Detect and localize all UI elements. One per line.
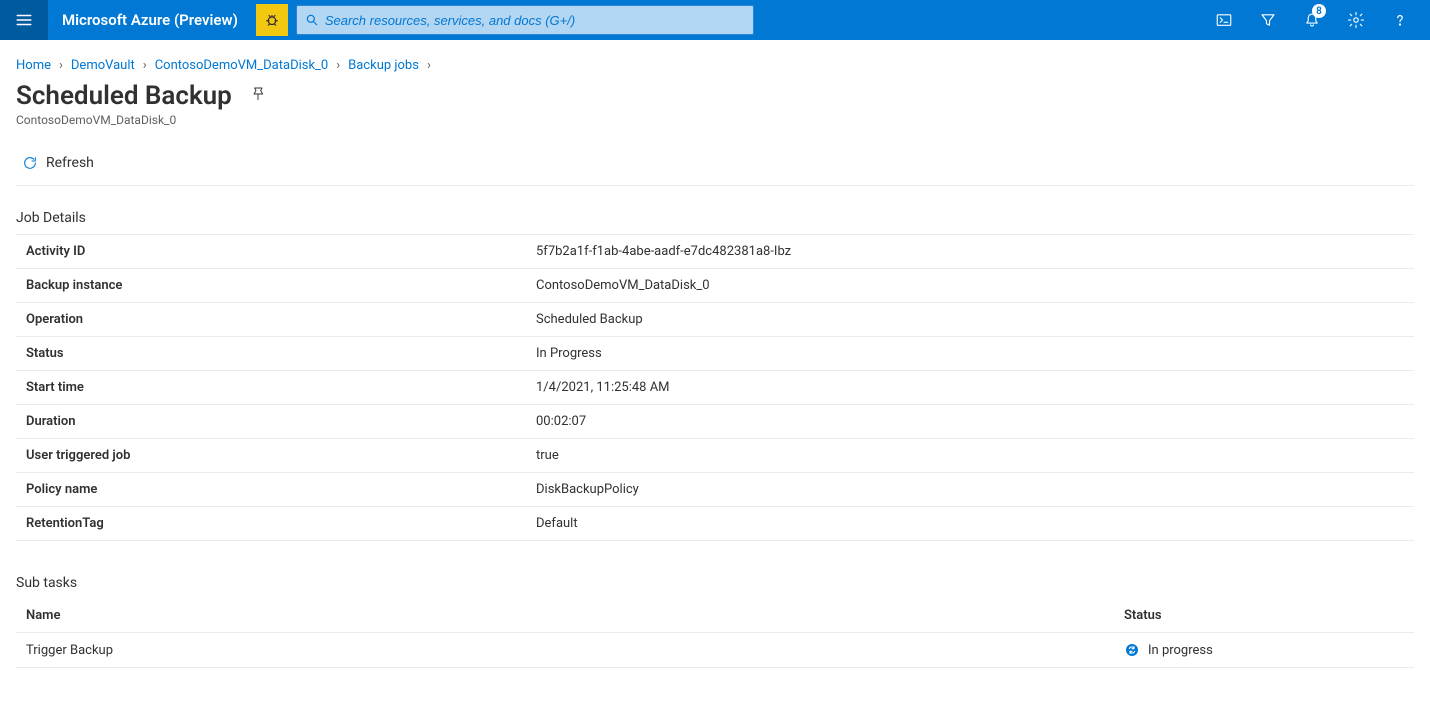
job-detail-key: Backup instance: [16, 269, 526, 303]
cloud-shell-button[interactable]: [1202, 0, 1246, 40]
job-detail-value: DiskBackupPolicy: [526, 473, 1414, 507]
sub-task-name: Trigger Backup: [16, 633, 1114, 668]
job-details-row: Backup instanceContosoDemoVM_DataDisk_0: [16, 269, 1414, 303]
job-detail-key: Duration: [16, 405, 526, 439]
job-detail-value: true: [526, 439, 1414, 473]
job-details-heading: Job Details: [16, 210, 1414, 226]
job-detail-value: ContosoDemoVM_DataDisk_0: [526, 269, 1414, 303]
job-detail-value: 5f7b2a1f-f1ab-4abe-aadf-e7dc482381a8-Ibz: [526, 235, 1414, 269]
refresh-label: Refresh: [46, 155, 94, 171]
sync-icon: [1124, 642, 1140, 658]
sub-task-status: In progress: [1148, 643, 1213, 658]
hamburger-menu-button[interactable]: [0, 0, 48, 40]
job-detail-key: Activity ID: [16, 235, 526, 269]
column-header-name[interactable]: Name: [16, 599, 1114, 633]
breadcrumb: Home › DemoVault › ContosoDemoVM_DataDis…: [16, 58, 1414, 73]
top-icons: 8: [1202, 0, 1430, 40]
toolbar-divider: [16, 185, 1414, 186]
breadcrumb-link-instance[interactable]: ContosoDemoVM_DataDisk_0: [155, 58, 329, 73]
job-detail-value: Scheduled Backup: [526, 303, 1414, 337]
notifications-button[interactable]: 8: [1290, 0, 1334, 40]
breadcrumb-link-home[interactable]: Home: [16, 58, 51, 73]
chevron-right-icon: ›: [425, 58, 433, 73]
search-box[interactable]: [296, 5, 754, 35]
toolbar: Refresh: [16, 145, 1414, 181]
job-details-table: Activity ID5f7b2a1f-f1ab-4abe-aadf-e7dc4…: [16, 234, 1414, 541]
job-detail-key: Policy name: [16, 473, 526, 507]
chevron-right-icon: ›: [334, 58, 342, 73]
search-input[interactable]: [325, 13, 745, 28]
filter-icon: [1259, 11, 1277, 29]
job-detail-key: Start time: [16, 371, 526, 405]
job-detail-key: Operation: [16, 303, 526, 337]
page-title: Scheduled Backup: [16, 81, 232, 111]
help-button[interactable]: [1378, 0, 1422, 40]
breadcrumb-link-jobs[interactable]: Backup jobs: [348, 58, 419, 73]
menu-icon: [15, 11, 33, 29]
page-subtitle: ContosoDemoVM_DataDisk_0: [16, 113, 1414, 127]
gear-icon: [1347, 11, 1365, 29]
job-details-row: User triggered jobtrue: [16, 439, 1414, 473]
help-icon: [1391, 11, 1409, 29]
job-detail-value: Default: [526, 507, 1414, 541]
sub-task-status-cell: In progress: [1114, 633, 1414, 668]
pin-icon: [250, 86, 266, 102]
directories-filter-button[interactable]: [1246, 0, 1290, 40]
job-details-row: Policy nameDiskBackupPolicy: [16, 473, 1414, 507]
sub-tasks-table: Name Status Trigger Backup In progress: [16, 599, 1414, 668]
sub-tasks-heading: Sub tasks: [16, 575, 1414, 591]
job-details-row: Start time1/4/2021, 11:25:48 AM: [16, 371, 1414, 405]
job-detail-value: In Progress: [526, 337, 1414, 371]
job-detail-key: User triggered job: [16, 439, 526, 473]
preview-bug-button[interactable]: [256, 4, 288, 36]
refresh-icon: [22, 155, 38, 171]
job-detail-value: 00:02:07: [526, 405, 1414, 439]
settings-button[interactable]: [1334, 0, 1378, 40]
chevron-right-icon: ›: [57, 58, 65, 73]
top-bar: Microsoft Azure (Preview) 8: [0, 0, 1430, 40]
pin-button[interactable]: [250, 86, 266, 106]
refresh-button[interactable]: Refresh: [16, 151, 100, 175]
chevron-right-icon: ›: [141, 58, 149, 73]
job-detail-key: Status: [16, 337, 526, 371]
job-detail-key: RetentionTag: [16, 507, 526, 541]
bug-icon: [263, 11, 281, 29]
notification-badge: 8: [1312, 4, 1326, 18]
search-icon: [305, 13, 319, 27]
job-details-row: OperationScheduled Backup: [16, 303, 1414, 337]
job-details-row: StatusIn Progress: [16, 337, 1414, 371]
sub-task-row: Trigger Backup In progress: [16, 633, 1414, 668]
job-details-row: RetentionTagDefault: [16, 507, 1414, 541]
column-header-status[interactable]: Status: [1114, 599, 1414, 633]
job-detail-value: 1/4/2021, 11:25:48 AM: [526, 371, 1414, 405]
cloud-shell-icon: [1215, 11, 1233, 29]
breadcrumb-link-vault[interactable]: DemoVault: [71, 58, 135, 73]
job-details-row: Activity ID5f7b2a1f-f1ab-4abe-aadf-e7dc4…: [16, 235, 1414, 269]
content-area: Home › DemoVault › ContosoDemoVM_DataDis…: [0, 40, 1430, 668]
job-details-row: Duration00:02:07: [16, 405, 1414, 439]
brand-label: Microsoft Azure (Preview): [48, 11, 252, 29]
